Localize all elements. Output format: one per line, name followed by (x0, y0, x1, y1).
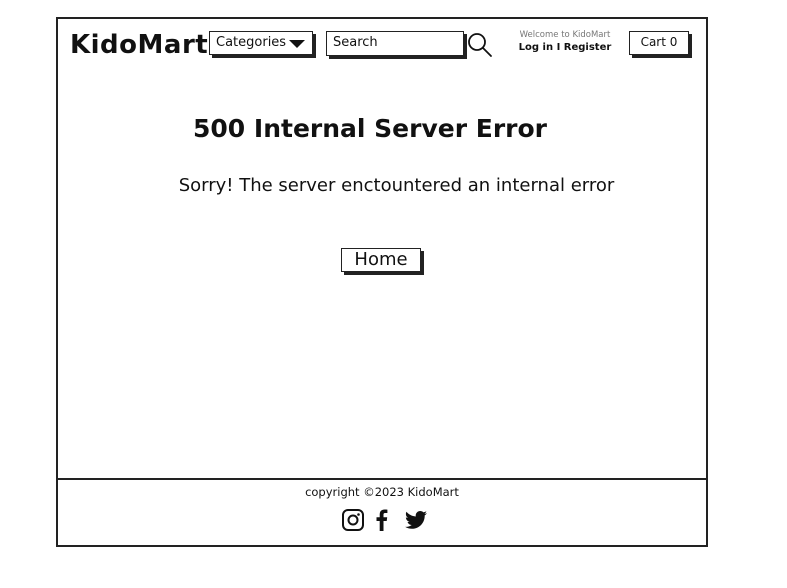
home-button[interactable]: Home (341, 248, 421, 272)
search-input[interactable]: Search (326, 31, 464, 56)
login-register-link[interactable]: Log in I Register (506, 41, 624, 54)
error-message: Sorry! The server enctountered an intern… (178, 175, 615, 196)
footer-divider (56, 478, 708, 480)
logo[interactable]: KidoMart (70, 28, 208, 62)
copyright-text: copyright ©2023 KidoMart (305, 485, 459, 499)
facebook-icon[interactable] (370, 508, 394, 532)
search-icon[interactable] (467, 32, 493, 58)
categories-label: Categories (216, 35, 287, 50)
twitter-icon[interactable] (404, 508, 428, 532)
page-frame (56, 17, 708, 547)
categories-dropdown[interactable]: Categories (209, 31, 313, 55)
cart-button[interactable]: Cart 0 (629, 31, 689, 55)
welcome-text: Welcome to KidoMart (519, 30, 611, 40)
chevron-down-icon (289, 40, 305, 48)
instagram-icon[interactable] (341, 508, 365, 532)
page-title: 500 Internal Server Error (193, 114, 547, 143)
